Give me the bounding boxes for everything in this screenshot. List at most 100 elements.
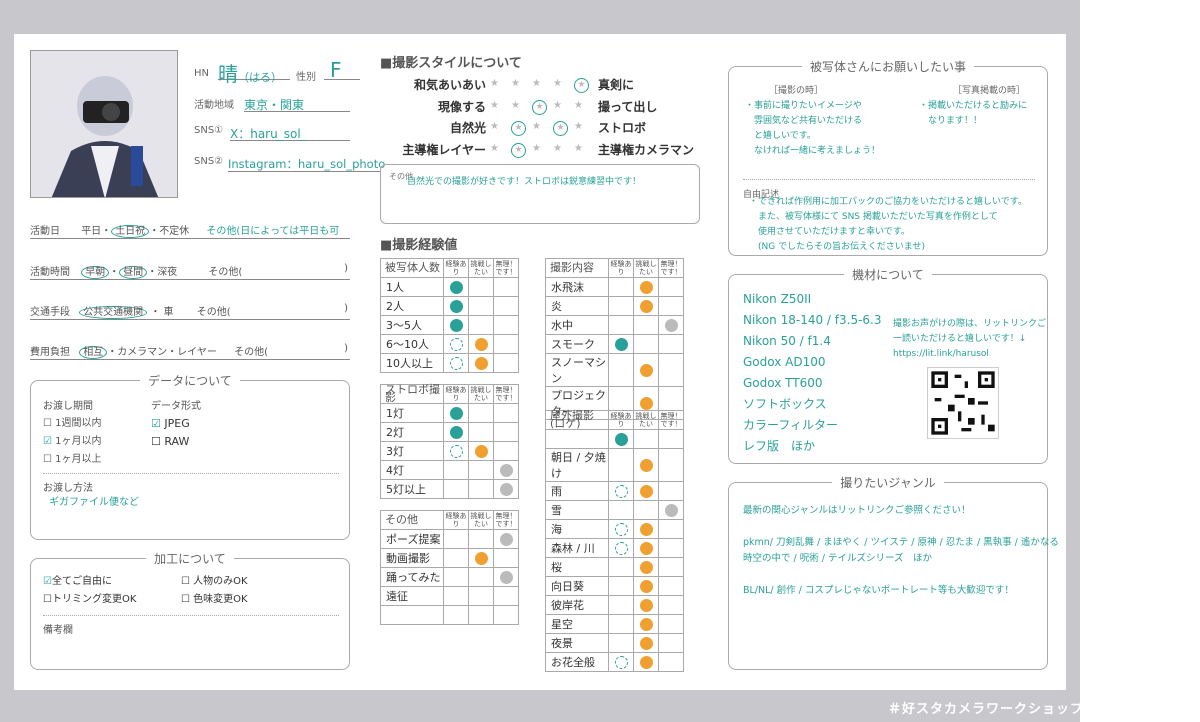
sns2-label: SNS② [194,156,224,167]
want-to-try-dot [639,655,653,669]
req-right-line: ・掲載いただけると励みに [919,101,1028,111]
experience-row: 海 [545,519,684,539]
want-to-try-dot [639,541,653,555]
period-opt-1[interactable]: ☐ 1週間以内 [43,415,102,433]
experience-cell [633,538,659,558]
experience-cell [658,334,684,354]
trans-other: その他( [196,307,231,318]
experience-row-label: 1灯 [380,403,444,423]
edit-opt-trim[interactable]: ☐トリミング変更OK [43,591,136,609]
day-opt-2-circled: 土日祝 [111,225,150,238]
experience-row: 10人以上 [380,353,519,373]
experience-table-head: ストロボ撮影 [380,384,444,404]
scale-star: ★ [490,142,499,154]
experience-col-head: 無理！です！ [658,410,684,430]
experience-row-label: 森林 / 川 [545,538,609,558]
experience-cell [633,429,659,449]
experience-cell [443,296,469,316]
edit-opt-person[interactable]: ☐ 人物のみOK [181,573,248,591]
scale-star: ★ [553,78,562,89]
experience-cell [658,353,684,387]
dashed-circle-marker [614,541,628,555]
qr-code[interactable] [927,367,999,439]
period-opt-3[interactable]: ☐ 1ヶ月以上 [43,451,102,469]
format-options: ☑ JPEG ☐ RAW [151,415,190,451]
format-label: データ形式 [151,401,201,412]
experienced-dot [449,406,463,420]
experience-cell [443,334,469,354]
genre-line: BL/NL/ 創作 / コスプレじゃないポートレート等も大歓迎です！ [743,585,1014,596]
experience-cell [633,277,659,297]
trans-opt-2: 車 [163,307,174,318]
area-value: 東京・関東 [244,96,350,112]
experience-cell [493,441,519,461]
free-text: ・できれば作例用に加工パックのご協力をいただけると嬉しいです。 また、被写体様に… [749,195,1027,255]
format-opt-raw[interactable]: ☐ RAW [151,433,190,451]
period-options: ☐ 1週間以内 ☑ 1ヶ月以内 ☐ 1ヶ月以上 [43,415,102,469]
trans-opt-1-circled: 公共交通機関 [79,306,148,319]
edit-opt-all-checked[interactable]: ☑全てご自由に [43,573,136,591]
want-to-try-dot [639,522,653,536]
experience-table-t5: 屋外撮影(ロケ) 経験あり 挑戦したい 無理！です！ 朝日 / 夕焼け雨雪海森林 / 川… [545,410,684,672]
experience-cell [608,277,634,297]
experience-cell [608,519,634,539]
gender-label: 性別 [296,72,316,83]
equipment-item: ソフトボックス [743,397,827,411]
style-left-label: 主導権レイヤー [402,142,486,157]
experience-row-label: 10人以上 [380,353,444,373]
format-opt-jpeg-checked[interactable]: ☑ JPEG [151,415,190,433]
experience-cell [608,557,634,577]
style-scale-row: 和気あいあい ★ ★ ★ ★ ★ 真剣に [380,76,710,96]
day-other: その他(日によっては平日も可 [206,226,340,237]
experience-row [545,429,684,449]
day-label: 活動日 [30,226,60,237]
experience-row: 雨 [545,481,684,501]
style-right-label: ストロボ [598,121,647,135]
experience-row: 2人 [380,296,519,316]
experience-row-label: スノーマシン [545,353,609,387]
req-left-head: ［撮影の時］ [769,86,824,96]
experience-cell [468,296,494,316]
experience-cell [633,576,659,596]
experience-cell [443,441,469,461]
edit-opt-color[interactable]: ☐ 色味変更OK [181,591,248,609]
style-left-label: 和気あいあい [413,78,486,92]
cost-other: その他( [234,347,268,358]
experience-cell [468,605,494,625]
experienced-dot [449,318,463,332]
scale-star: ★ [532,142,541,154]
equipment-note-line[interactable]: https://lit.link/harusol [893,347,1046,362]
experience-cell [633,519,659,539]
experience-table-t4: 撮影内容 経験あり 挑戦したい 無理！です！ 水飛沫炎水中 スモーク スノーマシン プロジェク… [545,258,684,420]
experience-cell [633,557,659,577]
experience-cell [633,633,659,653]
period-opt-2-checked[interactable]: ☑ 1ヶ月以内 [43,433,102,451]
experience-cell [608,500,634,520]
experience-cell [633,500,659,520]
experience-col-head: 挑戦したい [633,410,659,430]
no-way-dot [664,503,678,517]
experience-cell [468,403,494,423]
experience-row-label: スモーク [545,334,609,354]
dashed-circle-marker [614,655,628,669]
dashed-circle-marker [449,356,463,370]
equipment-item: Nikon Z50II [743,292,812,306]
edit-opts-left: ☑全てご自由に ☐トリミング変更OK [43,573,136,609]
activity-trans-row: 交通手段 公共交通機関 ・ 車 その他( ) [30,303,350,320]
experience-row-label: 動画撮影 [380,548,444,568]
experience-col-head: 挑戦したい [633,258,659,278]
equipment-item: Nikon 50 / f1.4 [743,334,831,348]
experience-row-label: 水中 [545,315,609,335]
activity-cost-row: 費用負担 相互 ・カメラマン・レイヤー その他( ) [30,343,350,360]
style-right-label: 真剣に [598,78,635,92]
experience-cell [658,448,684,482]
want-to-try-dot [639,560,653,574]
experience-col-head: 挑戦したい [468,384,494,404]
experience-cell [608,614,634,634]
experience-row-label: 星空 [545,614,609,634]
day-opt-1: 平日 [81,226,102,237]
free-line: (NG でしたらその旨お伝えくださいませ) [749,242,926,252]
genre-box: 撮りたいジャンル 最新の関心ジャンルはリットリンクご参照ください！ pkmn/ … [728,476,1059,670]
experience-cell [633,614,659,634]
scale-star: ★ [532,121,541,132]
